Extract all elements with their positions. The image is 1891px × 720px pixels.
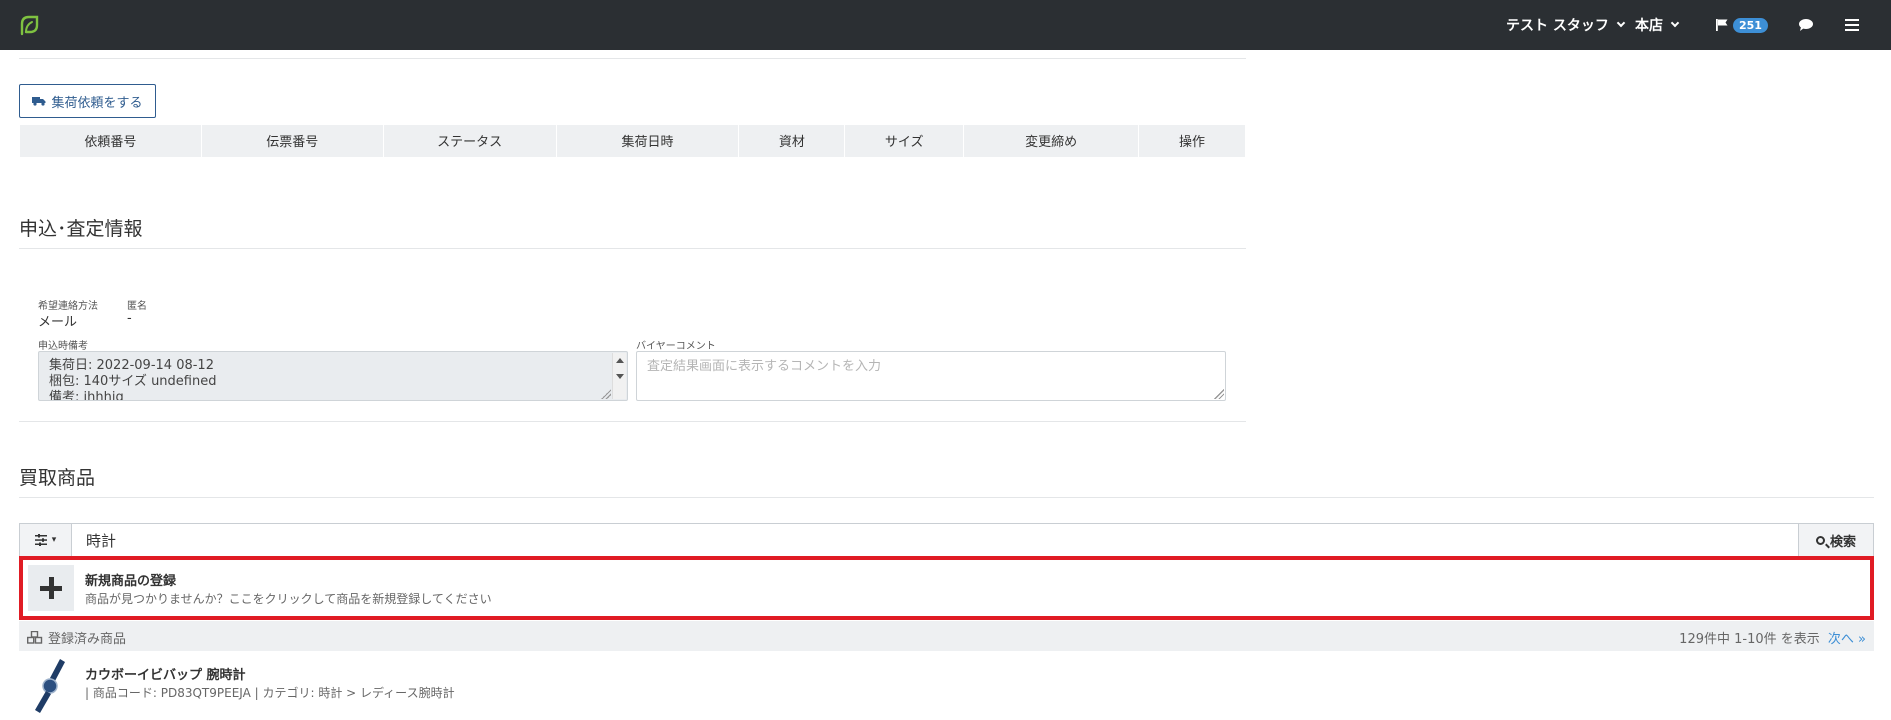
anonymous-value: - [127, 311, 132, 326]
buyer-comment-label: バイヤーコメント [636, 341, 716, 352]
search-button[interactable]: 検索 [1798, 524, 1873, 556]
register-new-product-item[interactable]: 新規商品の登録 商品が見つかりませんか？ここをクリックして商品を新規登録してくだ… [19, 556, 1874, 620]
anonymous-label: 匿名 [127, 301, 147, 312]
chat-icon [1799, 19, 1813, 31]
memo-scrollbar[interactable] [612, 353, 626, 399]
buyer-comment-input[interactable] [647, 359, 1215, 374]
flag-notifications[interactable]: 251 [1715, 0, 1768, 50]
search-icon [1815, 535, 1825, 545]
product-search-input[interactable] [72, 524, 1798, 556]
search-button-label: 検索 [1829, 534, 1856, 550]
application-memo-textarea[interactable]: 集荷日: 2022-09-14 08-12 梱包: 140サイズ undefin… [38, 351, 628, 401]
chat-button[interactable] [1798, 0, 1814, 50]
chevron-down-icon [1616, 18, 1626, 28]
resize-handle-icon[interactable] [601, 389, 611, 399]
store-menu[interactable]: 本店 [1635, 0, 1680, 50]
hamburger-menu-button[interactable] [1845, 0, 1859, 50]
chevron-down-icon [1670, 18, 1680, 28]
pickup-table: 依頼番号 伝票番号 ステータス 集荷日時 資材 サイズ 変更締め 操作 [19, 125, 1246, 158]
product-meta: | 商品コード: PD83QT9PEEJA | カテゴリ: 時計 > レディース… [85, 686, 455, 700]
leaf-logo-icon[interactable] [18, 14, 40, 36]
product-list-item[interactable]: カウボーイビバップ 腕時計 | 商品コード: PD83QT9PEEJA | カテ… [19, 651, 1874, 720]
column-header: 依頼番号 [19, 125, 202, 158]
divider [19, 421, 1246, 422]
column-header: 伝票番号 [200, 125, 384, 158]
new-product-hint: 商品が見つかりませんか？ここをクリックして商品を新規登録してください [85, 592, 492, 606]
sliders-icon [34, 534, 47, 546]
memo-line: 備考: jhhhjg [49, 390, 124, 401]
new-product-title: 新規商品の登録 [85, 574, 177, 589]
registered-products-label-group: 登録済み商品 [27, 628, 126, 647]
purchase-section-title: 買取商品 [19, 467, 96, 489]
memo-line: 集荷日: 2022-09-14 08-12 [49, 358, 214, 373]
buyer-comment-textarea[interactable] [636, 351, 1226, 401]
pagination-info: 129件中 1-10件 を表示 次へ » [1679, 628, 1866, 647]
cubes-icon [27, 631, 43, 644]
product-name: カウボーイビバップ 腕時計 [85, 668, 246, 683]
caret-down-icon: ▾ [51, 535, 57, 545]
column-header: ステータス [382, 125, 557, 158]
filter-dropdown-button[interactable]: ▾ [20, 524, 72, 556]
store-name: 本店 [1635, 18, 1663, 34]
product-thumbnail [35, 659, 65, 713]
truck-icon [32, 97, 46, 106]
column-header: サイズ [844, 125, 965, 158]
flag-icon [1716, 19, 1728, 31]
divider [19, 248, 1246, 249]
scroll-up-icon[interactable] [616, 358, 624, 363]
top-navbar: テスト スタッフ 本店 251 [0, 0, 1891, 50]
column-header: 資材 [738, 125, 846, 158]
divider [19, 58, 1246, 59]
contact-method-value: メール [38, 315, 78, 330]
registered-products-header: 登録済み商品 129件中 1-10件 を表示 次へ » [19, 621, 1874, 651]
plus-icon [28, 565, 74, 611]
result-count: 129件中 1-10件 を表示 [1679, 632, 1820, 647]
menu-icon [1845, 19, 1859, 31]
notification-count-badge: 251 [1733, 17, 1768, 33]
application-section-title: 申込･査定情報 [19, 218, 143, 240]
product-search-bar: ▾ 検索 [19, 523, 1874, 557]
user-name: テスト スタッフ [1506, 18, 1609, 34]
contact-method-label: 希望連絡方法 [38, 301, 98, 312]
request-pickup-button[interactable]: 集荷依頼をする [19, 84, 156, 118]
next-page-link[interactable]: 次へ » [1828, 632, 1866, 647]
scroll-down-icon[interactable] [616, 374, 624, 379]
column-header: 変更締め [963, 125, 1140, 158]
divider [19, 497, 1874, 498]
resize-handle-icon[interactable] [1214, 389, 1224, 399]
memo-line: 梱包: 140サイズ undefined [49, 374, 217, 389]
request-pickup-label: 集荷依頼をする [51, 95, 143, 111]
registered-products-label: 登録済み商品 [48, 632, 127, 647]
column-header: 操作 [1138, 125, 1246, 158]
memo-label: 申込時備考 [38, 341, 88, 352]
column-header: 集荷日時 [555, 125, 740, 158]
user-menu[interactable]: テスト スタッフ [1506, 0, 1626, 50]
